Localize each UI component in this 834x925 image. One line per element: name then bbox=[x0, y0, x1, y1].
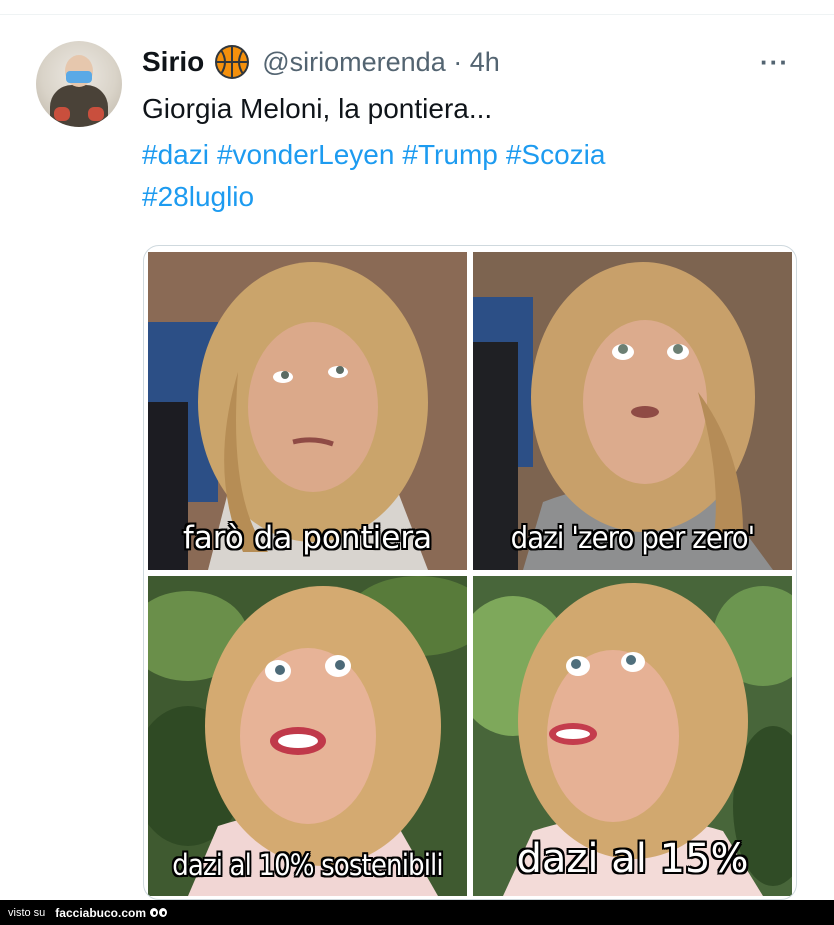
hashtag-link[interactable]: #Trump bbox=[402, 139, 497, 170]
meme-caption-2: dazi 'zero per zero' bbox=[510, 521, 756, 556]
meme-caption-4: dazi al 15% bbox=[516, 836, 749, 882]
tweet-text: Giorgia Meloni, la pontiera... bbox=[142, 93, 493, 124]
basketball-icon bbox=[215, 45, 250, 79]
avatar-mitten-right bbox=[88, 107, 104, 121]
hashtag-list: #dazi #vonderLeyen #Trump #Scozia #28luglio bbox=[142, 134, 792, 218]
meme-panel-2: dazi 'zero per zero' bbox=[473, 252, 792, 570]
hashtag-link[interactable]: #Scozia bbox=[506, 139, 606, 170]
meme-caption-3: dazi al 10% sostenibili bbox=[172, 848, 443, 882]
author-name[interactable]: Sirio bbox=[142, 46, 204, 78]
watermark-site[interactable]: facciabuco.com bbox=[55, 906, 146, 920]
tweet-header: Sirio @siriomerenda · 4h bbox=[142, 40, 500, 84]
avatar-mitten-left bbox=[54, 107, 70, 121]
eyes-icon bbox=[150, 908, 168, 917]
meme-caption-1: farò da pontiera bbox=[182, 520, 433, 556]
avatar[interactable] bbox=[36, 41, 122, 127]
avatar-mask bbox=[66, 71, 92, 83]
meme-panel-1: farò da pontiera bbox=[148, 252, 467, 570]
hashtag-link[interactable]: #28luglio bbox=[142, 181, 254, 212]
more-options-icon[interactable]: ··· bbox=[760, 49, 789, 75]
meme-panel-3: dazi al 10% sostenibili bbox=[148, 576, 467, 896]
tweet-media-meme[interactable]: farò da pontiera dazi 'zero per zero' da… bbox=[143, 245, 797, 900]
hashtag-link[interactable]: #dazi bbox=[142, 139, 209, 170]
hashtag-link[interactable]: #vonderLeyen bbox=[217, 139, 394, 170]
meme-panel-4: dazi al 15% bbox=[473, 576, 792, 896]
top-divider bbox=[0, 14, 834, 15]
watermark-footer: visto su facciabuco.com bbox=[0, 900, 834, 925]
watermark-prefix: visto su bbox=[8, 906, 46, 919]
author-handle-and-time[interactable]: @siriomerenda · 4h bbox=[262, 47, 500, 78]
